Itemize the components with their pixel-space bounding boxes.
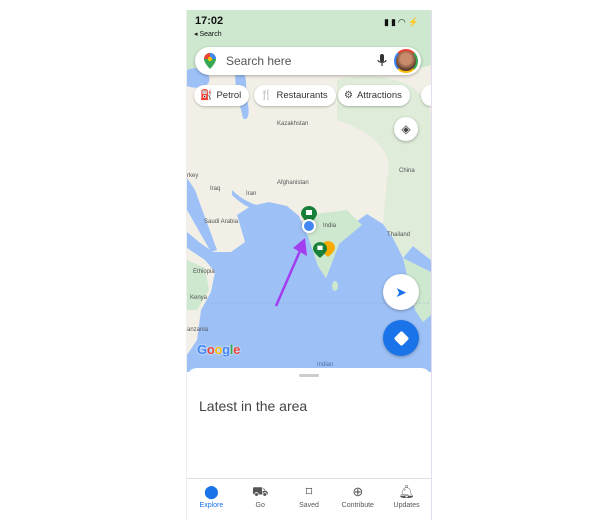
commute-icon: ⛟ [252, 484, 269, 499]
nav-contribute[interactable]: ⊕ Contribute [333, 479, 382, 520]
microphone-icon[interactable] [376, 53, 388, 69]
layers-button[interactable]: ◈ [394, 117, 418, 141]
map-label: Saudi Arabia [204, 219, 239, 225]
add-circle-icon: ⊕ [352, 484, 364, 499]
nav-go[interactable]: ⛟ Go [236, 479, 285, 520]
chip-petrol[interactable]: ⛽ Petrol [194, 85, 250, 106]
status-time: 17:02 [195, 15, 224, 27]
map-label: India [323, 223, 337, 229]
recenter-button[interactable]: ➤ [383, 274, 419, 310]
nav-saved[interactable]: ⌑ Saved [285, 479, 334, 520]
bottom-sheet[interactable]: Latest in the area [187, 368, 431, 480]
directions-button[interactable] [383, 320, 419, 356]
nav-explore[interactable]: ⬤ Explore [187, 479, 236, 520]
attractions-icon: ⚙ [344, 90, 353, 101]
map-pin-icon[interactable] [313, 240, 327, 260]
bottom-navigation: ⬤ Explore ⛟ Go ⌑ Saved ⊕ Contribute 🔔︎ Update… [187, 478, 431, 520]
nav-updates[interactable]: 🔔︎ Updates [382, 479, 431, 520]
wifi-icon: ◠ [397, 17, 408, 27]
layers-icon: ◈ [401, 122, 411, 136]
pin-icon: ⬤ [204, 484, 219, 499]
bell-icon: 🔔︎ [398, 484, 415, 499]
map-label: anzania [187, 327, 209, 333]
map-label: Kazakhstan [277, 121, 309, 127]
current-location-dot [302, 219, 316, 233]
chip-attractions[interactable]: ⚙ Attractions [338, 85, 410, 106]
sheet-drag-handle[interactable] [299, 374, 319, 377]
back-to-search-link[interactable]: ◂ Search [194, 30, 222, 38]
google-maps-pin-icon [204, 53, 216, 69]
avatar[interactable] [394, 49, 418, 73]
signal-icon: ▮▮ [384, 17, 398, 27]
directions-icon [393, 330, 409, 346]
search-bar[interactable]: Search here [195, 47, 421, 75]
fuel-icon: ⛽ [200, 90, 213, 101]
map-label: rkey [187, 173, 199, 179]
sheet-title: Latest in the area [199, 398, 308, 414]
chip-restaurants[interactable]: 🍴 Restaurants [254, 85, 336, 106]
map-label: Thailand [387, 232, 411, 238]
restaurant-icon: 🍴 [260, 90, 273, 101]
google-logo: Google [197, 342, 241, 357]
map-label: China [399, 168, 415, 174]
bookmark-icon: ⌑ [305, 484, 313, 499]
map-label: Kenya [190, 295, 208, 301]
battery-charging-icon: ⚡ [407, 17, 421, 27]
map-label: Ethiopia [193, 269, 215, 275]
map-label: Iraq [210, 186, 221, 192]
navigation-arrow-icon: ➤ [395, 283, 407, 300]
phone-screen: 17:02 ◂ Search ▮▮◠⚡ Search here ⛽ Petrol … [186, 10, 432, 520]
search-input[interactable]: Search here [226, 54, 291, 68]
map-label: Afghanistan [277, 180, 309, 186]
annotation-arrow [274, 238, 307, 307]
map-label: Iran [246, 191, 257, 197]
